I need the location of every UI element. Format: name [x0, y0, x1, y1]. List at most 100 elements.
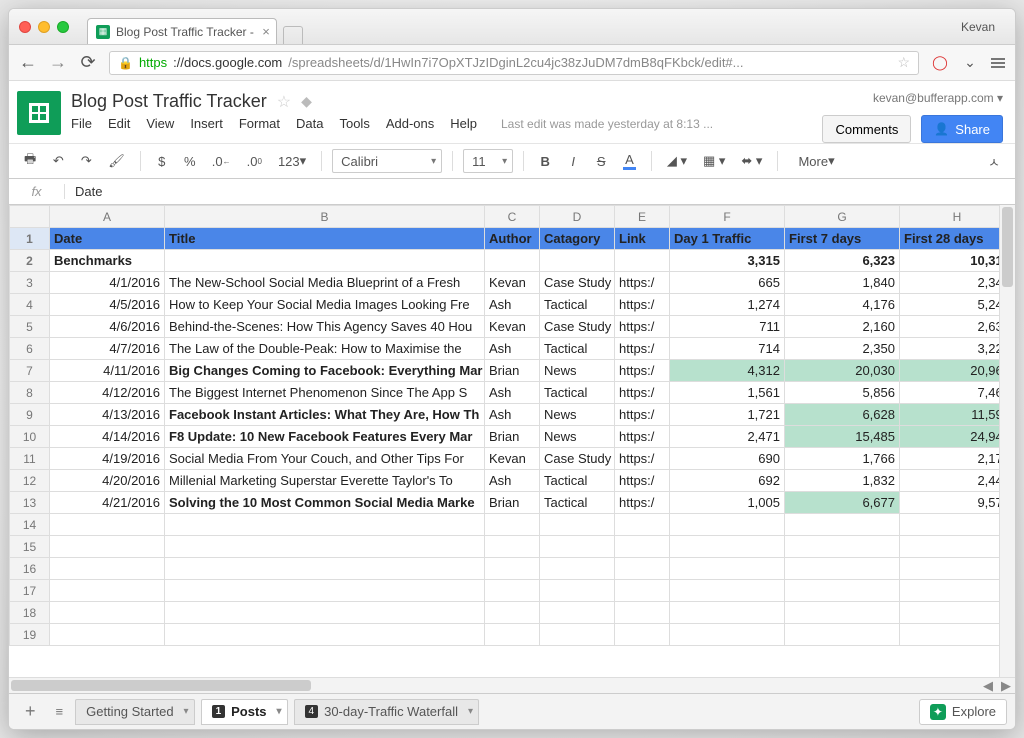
menu-data[interactable]: Data — [296, 116, 323, 131]
cell[interactable]: 2,444 — [900, 470, 1000, 492]
borders-button[interactable]: ▦ ▾ — [698, 149, 730, 173]
cell[interactable]: 4/11/2016 — [50, 360, 165, 382]
cell[interactable]: 4,176 — [785, 294, 900, 316]
row-header[interactable]: 16 — [10, 558, 50, 580]
cell[interactable] — [540, 536, 615, 558]
font-select[interactable]: Calibri — [332, 149, 442, 173]
cell[interactable]: 5,856 — [785, 382, 900, 404]
cell[interactable]: https:/ — [615, 272, 670, 294]
cell[interactable]: 1,766 — [785, 448, 900, 470]
sheet-tab-posts[interactable]: 1 Posts▾ — [201, 699, 288, 725]
row-header[interactable]: 18 — [10, 602, 50, 624]
row-header[interactable]: 17 — [10, 580, 50, 602]
cell[interactable] — [615, 514, 670, 536]
cell[interactable]: 4/20/2016 — [50, 470, 165, 492]
col-G[interactable]: G — [785, 206, 900, 228]
cell[interactable]: Case Study — [540, 272, 615, 294]
cell[interactable]: 1,561 — [670, 382, 785, 404]
cell[interactable] — [670, 536, 785, 558]
cell[interactable]: Ash — [485, 382, 540, 404]
scroll-right-icon[interactable]: ▶ — [997, 678, 1015, 693]
currency-button[interactable]: $ — [151, 150, 173, 173]
cell[interactable] — [670, 558, 785, 580]
cell[interactable]: News — [540, 404, 615, 426]
cell[interactable]: 6,323 — [785, 250, 900, 272]
cell[interactable] — [485, 580, 540, 602]
cell[interactable]: 692 — [670, 470, 785, 492]
menu-tools[interactable]: Tools — [339, 116, 369, 131]
cell[interactable]: 2,471 — [670, 426, 785, 448]
cell[interactable]: 11,597 — [900, 404, 1000, 426]
strike-button[interactable]: S — [590, 150, 612, 173]
cell[interactable]: Ash — [485, 338, 540, 360]
cell[interactable]: 665 — [670, 272, 785, 294]
cell[interactable]: News — [540, 360, 615, 382]
data-row[interactable]: 54/6/2016Behind-the-Scenes: How This Age… — [10, 316, 1000, 338]
menu-insert[interactable]: Insert — [190, 116, 223, 131]
row-header[interactable]: 10 — [10, 426, 50, 448]
cell[interactable]: https:/ — [615, 448, 670, 470]
data-row[interactable]: 104/14/2016F8 Update: 10 New Facebook Fe… — [10, 426, 1000, 448]
cell[interactable] — [900, 514, 1000, 536]
cell[interactable] — [615, 250, 670, 272]
cell[interactable]: Title — [165, 228, 485, 250]
italic-button[interactable]: I — [562, 150, 584, 173]
bold-button[interactable]: B — [534, 150, 556, 173]
cell[interactable]: 1,832 — [785, 470, 900, 492]
cell[interactable] — [785, 514, 900, 536]
cell[interactable]: https:/ — [615, 382, 670, 404]
cell[interactable]: First 28 days — [900, 228, 1000, 250]
cell[interactable] — [165, 558, 485, 580]
cell[interactable]: 2,350 — [785, 338, 900, 360]
row-header[interactable]: 9 — [10, 404, 50, 426]
cell[interactable] — [785, 558, 900, 580]
cell[interactable] — [540, 602, 615, 624]
cell[interactable]: 4/14/2016 — [50, 426, 165, 448]
cell[interactable] — [485, 624, 540, 646]
cell[interactable]: https:/ — [615, 404, 670, 426]
cell[interactable] — [615, 602, 670, 624]
share-button[interactable]: 👤 Share — [921, 115, 1003, 143]
minimize-window-button[interactable] — [38, 21, 50, 33]
cell[interactable]: Tactical — [540, 294, 615, 316]
cell[interactable]: 3,229 — [900, 338, 1000, 360]
cell[interactable] — [900, 536, 1000, 558]
bookmark-star-icon[interactable]: ☆ — [897, 54, 910, 71]
col-B[interactable]: B — [165, 206, 485, 228]
cell[interactable]: 2,635 — [900, 316, 1000, 338]
cell[interactable] — [540, 250, 615, 272]
cell[interactable]: Tactical — [540, 338, 615, 360]
dec-increase-button[interactable]: .00 — [242, 150, 267, 173]
cell[interactable]: 1,274 — [670, 294, 785, 316]
cell[interactable]: 4,312 — [670, 360, 785, 382]
cell[interactable]: Day 1 Traffic — [670, 228, 785, 250]
cell[interactable] — [615, 558, 670, 580]
cell[interactable] — [615, 536, 670, 558]
cell[interactable]: The Law of the Double-Peak: How to Maxim… — [165, 338, 485, 360]
row-header[interactable]: 19 — [10, 624, 50, 646]
vertical-scrollbar[interactable] — [999, 205, 1015, 677]
extension-icon-1[interactable]: ◯ — [931, 54, 949, 72]
cell[interactable]: Catagory — [540, 228, 615, 250]
data-row[interactable]: 44/5/2016How to Keep Your Social Media I… — [10, 294, 1000, 316]
undo-icon[interactable]: ↶ — [47, 149, 69, 173]
cell[interactable] — [615, 580, 670, 602]
redo-icon[interactable]: ↷ — [75, 149, 97, 173]
cell[interactable]: 4/7/2016 — [50, 338, 165, 360]
cell[interactable]: https:/ — [615, 470, 670, 492]
cell[interactable] — [540, 514, 615, 536]
cell[interactable] — [485, 558, 540, 580]
cell[interactable] — [485, 250, 540, 272]
data-row[interactable]: 94/13/2016Facebook Instant Articles: Wha… — [10, 404, 1000, 426]
cell[interactable]: Case Study — [540, 316, 615, 338]
more-toolbar-button[interactable]: More ▾ — [788, 153, 844, 169]
menu-addons[interactable]: Add-ons — [386, 116, 434, 131]
col-E[interactable]: E — [615, 206, 670, 228]
cell[interactable]: Date — [50, 228, 165, 250]
cell[interactable] — [900, 602, 1000, 624]
data-row[interactable]: 134/21/2016Solving the 10 Most Common So… — [10, 492, 1000, 514]
cell[interactable] — [485, 602, 540, 624]
cell[interactable]: Kevan — [485, 448, 540, 470]
cell[interactable] — [165, 536, 485, 558]
cell[interactable]: 10,314 — [900, 250, 1000, 272]
